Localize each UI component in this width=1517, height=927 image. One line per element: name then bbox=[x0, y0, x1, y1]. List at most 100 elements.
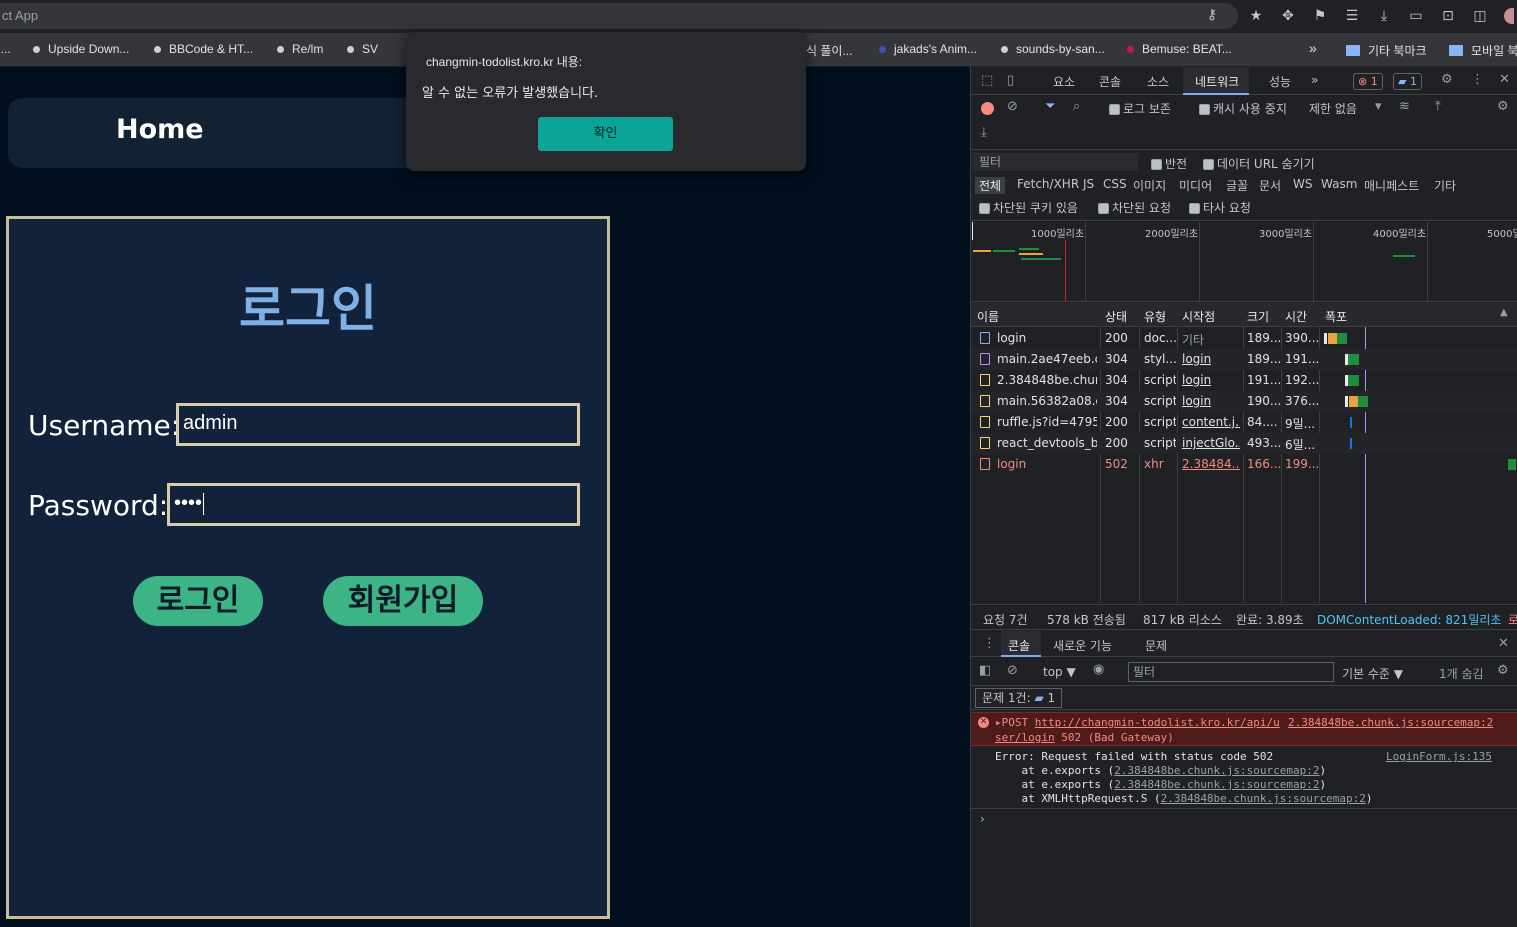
bookmark-item[interactable]: Bemuse: BEAT... bbox=[1127, 42, 1232, 56]
device-toggle-icon[interactable]: ▯ bbox=[1007, 73, 1014, 88]
sort-up-icon[interactable]: ▲ bbox=[1500, 307, 1508, 318]
tab-performance[interactable]: 성능 bbox=[1269, 73, 1291, 90]
close-icon[interactable]: ✕ bbox=[1499, 72, 1510, 87]
type-filter-font[interactable]: 글꼴 bbox=[1226, 177, 1248, 194]
column-header-type[interactable]: 유형 bbox=[1144, 308, 1166, 325]
drawer-tab-console[interactable]: 콘솔 bbox=[1008, 637, 1030, 654]
download-icon[interactable]: ⤓ bbox=[1372, 5, 1396, 27]
username-input[interactable]: admin bbox=[176, 403, 580, 446]
hide-data-urls-checkbox[interactable]: 데이터 URL 숨기기 bbox=[1203, 155, 1315, 172]
avatar[interactable] bbox=[1500, 5, 1514, 27]
reading-list-icon[interactable]: ☰ bbox=[1340, 5, 1364, 27]
chevron-down-icon[interactable]: ▾ bbox=[1375, 99, 1382, 114]
bookmarks-overflow-button[interactable]: » bbox=[1309, 40, 1317, 56]
bookmark-item[interactable]: BBCode & HT... bbox=[154, 42, 253, 56]
type-filter-wasm[interactable]: Wasm bbox=[1321, 177, 1357, 191]
filter-icon[interactable]: ⏷ bbox=[1045, 99, 1055, 114]
bookmark-item[interactable]: sounds-by-san... bbox=[1001, 42, 1105, 56]
type-filter-all[interactable]: 전체 bbox=[975, 177, 1006, 194]
eye-icon[interactable]: ◉ bbox=[1093, 662, 1104, 677]
blocked-requests-checkbox[interactable]: 차단된 요청 bbox=[1098, 199, 1171, 216]
search-icon[interactable]: ⌕ bbox=[1073, 99, 1080, 114]
invert-checkbox[interactable]: 반전 bbox=[1151, 155, 1187, 172]
blocked-cookies-checkbox[interactable]: 차단된 쿠키 있음 bbox=[979, 199, 1078, 216]
inspect-icon[interactable]: ⬚ bbox=[981, 73, 993, 88]
bookmark-item[interactable]: l... bbox=[0, 42, 11, 56]
column-header-waterfall[interactable]: 폭포 bbox=[1325, 308, 1347, 325]
table-row[interactable]: login 200 doc... 기타 189... 390... bbox=[971, 328, 1517, 349]
table-row[interactable]: main.56382a08.c... 304 script login 190.… bbox=[971, 391, 1517, 412]
tab-more[interactable]: » bbox=[1311, 73, 1318, 87]
tab-console[interactable]: 콘솔 bbox=[1099, 73, 1121, 90]
drawer-tab-issues[interactable]: 문제 bbox=[1145, 637, 1167, 654]
table-row[interactable]: login 502 xhr 2.38484... 166... 199... bbox=[971, 454, 1517, 475]
error-url-link-cont[interactable]: ser/login bbox=[995, 731, 1055, 744]
context-select[interactable]: top ▼ bbox=[1043, 665, 1076, 679]
upload-icon[interactable]: ⤒ bbox=[1435, 99, 1441, 114]
type-filter-js[interactable]: JS bbox=[1083, 177, 1094, 191]
clear-icon[interactable]: ⊘ bbox=[1007, 99, 1018, 114]
drawer-tab-whats-new[interactable]: 새로운 기능 bbox=[1053, 637, 1112, 654]
table-row[interactable]: main.2ae47eeb.c... 304 styl... login 189… bbox=[971, 349, 1517, 370]
kebab-menu-icon[interactable]: ⋮ bbox=[983, 636, 996, 651]
sidebar-toggle-icon[interactable]: ◧ bbox=[979, 663, 991, 678]
log-levels-select[interactable]: 기본 수준 ▼ bbox=[1342, 665, 1403, 682]
alert-ok-button[interactable]: 확인 bbox=[538, 117, 673, 151]
third-party-checkbox[interactable]: 타사 요청 bbox=[1189, 199, 1251, 216]
key-icon[interactable]: ⚷ bbox=[1203, 7, 1221, 25]
network-overview[interactable]: 1000밀리초 2000밀리초 3000밀리초 4000밀리초 5000밀 bbox=[971, 222, 1517, 302]
wifi-icon[interactable]: ≋ bbox=[1399, 99, 1410, 114]
gear-icon[interactable]: ⚙ bbox=[1441, 72, 1453, 87]
disable-cache-checkbox[interactable]: 캐시 사용 중지 bbox=[1199, 100, 1287, 117]
address-bar[interactable]: ct App bbox=[0, 3, 1238, 29]
issues-chip[interactable]: 문제 1건: ▰ 1 bbox=[975, 688, 1063, 708]
tab-elements[interactable]: 요소 bbox=[1053, 73, 1075, 90]
throttling-select[interactable]: 제한 없음 bbox=[1309, 100, 1357, 117]
gear-icon[interactable]: ⚙ bbox=[1497, 663, 1509, 678]
login-button[interactable]: 로그인 bbox=[133, 576, 263, 626]
nav-home-link[interactable]: Home bbox=[116, 114, 204, 145]
network-filter-input[interactable]: 필터 bbox=[973, 153, 1138, 171]
type-filter-media[interactable]: 미디어 bbox=[1179, 177, 1212, 194]
type-filter-other[interactable]: 기타 bbox=[1434, 177, 1456, 194]
bookmark-item[interactable]: Re/lm bbox=[277, 42, 323, 56]
error-source-link[interactable]: 2.384848be.chunk.js:sourcemap:2 bbox=[1288, 716, 1493, 729]
type-filter-fetch[interactable]: Fetch/XHR bbox=[1017, 177, 1079, 191]
column-header-time[interactable]: 시간 bbox=[1285, 308, 1307, 325]
stack-frame-link[interactable]: 2.384848be.chunk.js:sourcemap:2 bbox=[1161, 792, 1366, 805]
window-icon[interactable]: ▭ bbox=[1404, 5, 1428, 27]
type-filter-css[interactable]: CSS bbox=[1103, 177, 1127, 191]
preserve-log-checkbox[interactable]: 로그 보존 bbox=[1109, 100, 1171, 117]
clear-icon[interactable]: ⊘ bbox=[1007, 663, 1018, 678]
column-header-name[interactable]: 이름 bbox=[977, 308, 999, 325]
password-input[interactable]: •••• bbox=[167, 483, 580, 526]
download-icon[interactable]: ⤓ bbox=[981, 125, 987, 140]
tab-network[interactable]: 네트워크 bbox=[1195, 73, 1239, 90]
screenshot-icon[interactable]: ⊡ bbox=[1436, 5, 1460, 27]
table-row[interactable]: react_devtools_b... 200 script injectGlo… bbox=[971, 433, 1517, 454]
folder-other-bookmarks[interactable]: 기타 북마크 bbox=[1346, 42, 1427, 59]
bookmark-item[interactable]: 식 풀이... bbox=[806, 42, 852, 59]
flag-icon[interactable]: ⚑ bbox=[1308, 5, 1332, 27]
console-prompt[interactable]: › bbox=[980, 812, 985, 826]
bookmark-item[interactable]: SV bbox=[347, 42, 378, 56]
stack-source-link[interactable]: LoginForm.js:135 bbox=[1386, 750, 1492, 763]
tab-sources[interactable]: 소스 bbox=[1147, 73, 1169, 90]
type-filter-manifest[interactable]: 매니페스트 bbox=[1364, 177, 1419, 194]
stack-frame-link[interactable]: 2.384848be.chunk.js:sourcemap:2 bbox=[1114, 778, 1319, 791]
folder-mobile-bookmarks[interactable]: 모바일 북 bbox=[1449, 42, 1517, 59]
console-filter-input[interactable]: 필터 bbox=[1128, 662, 1334, 682]
close-icon[interactable]: ✕ bbox=[1498, 636, 1509, 651]
error-url-link[interactable]: http://changmin-todolist.kro.kr/api/u bbox=[1035, 716, 1280, 729]
type-filter-ws[interactable]: WS bbox=[1293, 177, 1312, 191]
type-filter-doc[interactable]: 문서 bbox=[1259, 177, 1281, 194]
sidepanel-icon[interactable]: ◫ bbox=[1468, 5, 1492, 27]
stack-frame-link[interactable]: 2.384848be.chunk.js:sourcemap:2 bbox=[1114, 764, 1319, 777]
message-count-badge[interactable]: ▰ 1 bbox=[1393, 73, 1422, 90]
column-header-size[interactable]: 크기 bbox=[1247, 308, 1269, 325]
type-filter-img[interactable]: 이미지 bbox=[1133, 177, 1166, 194]
extension-icon[interactable]: ✥ bbox=[1276, 5, 1300, 27]
bookmark-item[interactable]: jakads's Anim... bbox=[879, 42, 977, 56]
column-header-initiator[interactable]: 시작점 bbox=[1182, 308, 1215, 325]
star-icon[interactable]: ★ bbox=[1244, 5, 1268, 27]
